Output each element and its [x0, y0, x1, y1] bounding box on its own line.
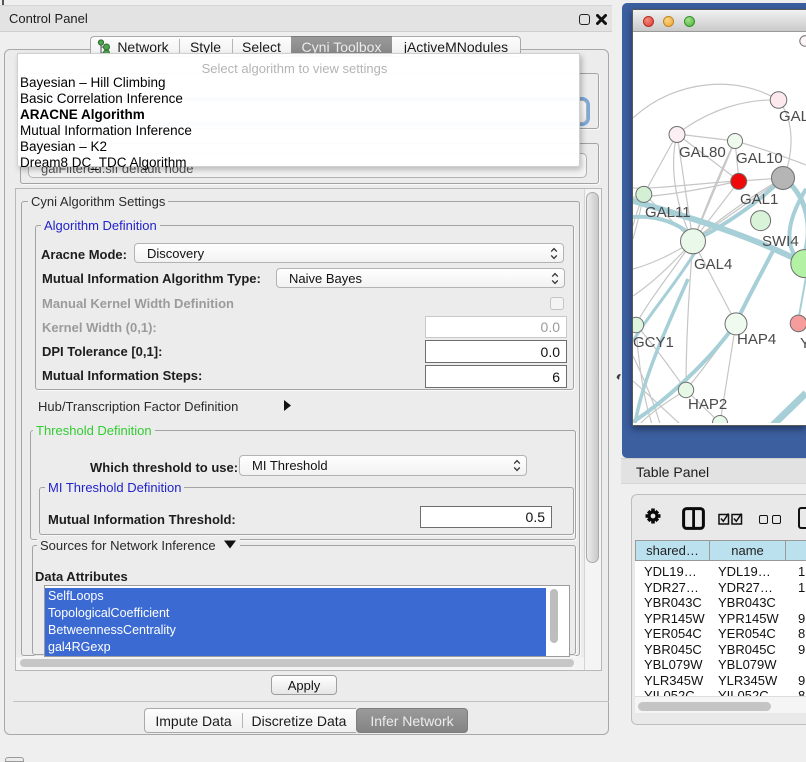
- svg-text:SWI4: SWI4: [762, 233, 799, 250]
- svg-text:Y: Y: [800, 335, 806, 352]
- svg-text:GAL4: GAL4: [694, 256, 732, 273]
- svg-text:GAL10: GAL10: [736, 150, 783, 167]
- svg-text:HAP4: HAP4: [737, 331, 776, 348]
- svg-text:GAL1: GAL1: [740, 191, 778, 208]
- svg-text:GAL7: GAL7: [779, 108, 806, 125]
- svg-text:HAP2: HAP2: [688, 396, 727, 413]
- svg-text:GCY1: GCY1: [633, 334, 674, 351]
- svg-text:GAL11: GAL11: [645, 204, 691, 221]
- svg-text:GAL80: GAL80: [679, 144, 726, 161]
